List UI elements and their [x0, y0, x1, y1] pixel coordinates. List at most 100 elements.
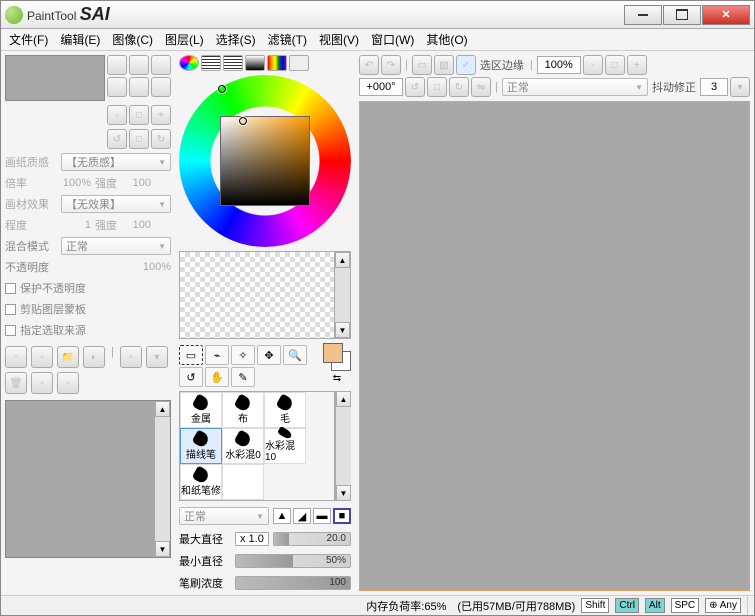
zoom-in-icon[interactable]: +	[151, 105, 171, 125]
menu-window[interactable]: 窗口(W)	[371, 31, 414, 48]
marquee-tool-icon[interactable]: ▭	[179, 345, 203, 365]
undo-icon[interactable]: ↶	[359, 55, 379, 75]
nav-btn-3[interactable]	[151, 55, 171, 75]
rot-l-icon[interactable]: ↺	[405, 77, 425, 97]
wand-tool-icon[interactable]: ✧	[231, 345, 255, 365]
hsv-slider-tab-icon[interactable]	[223, 55, 243, 71]
close-button[interactable]	[702, 5, 750, 25]
delete-layer-icon[interactable]: 🗑	[5, 372, 27, 394]
scroll-up-icon[interactable]: ▲	[336, 391, 351, 407]
effect-select[interactable]: 【无效果】▼	[61, 195, 171, 213]
blend-select[interactable]: 正常▼	[61, 237, 171, 255]
maxdia-slider[interactable]: 20.0	[273, 532, 351, 546]
tip-soft-icon[interactable]: ◢	[293, 508, 311, 524]
menu-select[interactable]: 选择(S)	[216, 31, 256, 48]
lasso-tool-icon[interactable]: ⌁	[205, 345, 229, 365]
density-slider[interactable]: 100	[235, 576, 351, 590]
nav-btn-6[interactable]	[151, 77, 171, 97]
zoom-fit-icon[interactable]: □	[605, 55, 625, 75]
layer-mask-icon[interactable]: ◐	[83, 346, 105, 368]
layer-list[interactable]: ▲ ▼	[5, 400, 171, 558]
scroll-down-icon[interactable]: ▼	[155, 541, 170, 557]
nav-btn-2[interactable]	[129, 55, 149, 75]
rot-0-icon[interactable]: □	[427, 77, 447, 97]
stab-dd-icon[interactable]: ▾	[730, 77, 750, 97]
rotate-tool-icon[interactable]: ↺	[179, 367, 203, 387]
angle-input[interactable]	[359, 78, 403, 96]
merge-down-icon[interactable]: ▾	[146, 346, 168, 368]
scroll-down-icon[interactable]: ▼	[335, 322, 350, 338]
menu-other[interactable]: 其他(O)	[426, 31, 467, 48]
colorwheel-tab-icon[interactable]	[179, 55, 199, 71]
rgb-slider-tab-icon[interactable]	[201, 55, 221, 71]
texture-select[interactable]: 【无质感】▼	[61, 153, 171, 171]
navigator-box[interactable]	[5, 55, 105, 101]
tip-square-icon[interactable]: ■	[333, 508, 351, 524]
palette-tab-icon[interactable]	[267, 55, 287, 71]
color-wheel[interactable]	[179, 75, 351, 247]
sv-marker-icon[interactable]	[239, 117, 247, 125]
menu-file[interactable]: 文件(F)	[9, 31, 48, 48]
scroll-up-icon[interactable]: ▲	[335, 252, 350, 268]
hand-tool-icon[interactable]: ✋	[205, 367, 229, 387]
zoom-out-icon[interactable]: -	[107, 105, 127, 125]
brush-washi[interactable]: 和纸笔修	[180, 464, 222, 500]
swatch-scrollbar[interactable]: ▲ ▼	[334, 252, 350, 338]
new-folder-icon[interactable]: 📁	[57, 346, 79, 368]
zoom-reset-icon[interactable]: □	[129, 105, 149, 125]
new-layer-icon[interactable]: ▫	[5, 346, 27, 368]
clear-layer-icon[interactable]: ▫	[120, 346, 142, 368]
brush-linepen[interactable]: 描线笔	[180, 428, 222, 464]
zoom-in2-icon[interactable]: +	[627, 55, 647, 75]
swap-colors-icon[interactable]: ⇆	[333, 373, 341, 384]
layer-opt2-icon[interactable]: ▫	[57, 372, 79, 394]
menu-filter[interactable]: 滤镜(T)	[268, 31, 307, 48]
zoom-input[interactable]	[537, 56, 581, 74]
brush-water0[interactable]: 水彩混0	[222, 428, 264, 464]
scratch-tab-icon[interactable]	[289, 55, 309, 71]
invert-sel-icon[interactable]: ▨	[434, 55, 454, 75]
desel-icon[interactable]: ▭	[412, 55, 432, 75]
mindia-slider[interactable]: 50%	[235, 554, 351, 568]
brush-scrollbar[interactable]: ▲ ▼	[335, 391, 351, 501]
move-tool-icon[interactable]: ✥	[257, 345, 281, 365]
menu-view[interactable]: 视图(V)	[319, 31, 359, 48]
minimize-button[interactable]	[624, 5, 662, 25]
redo-icon[interactable]: ↷	[381, 55, 401, 75]
gray-tab-icon[interactable]	[245, 55, 265, 71]
clipping-mask-checkbox[interactable]	[5, 304, 16, 315]
menu-image[interactable]: 图像(C)	[112, 31, 153, 48]
fg-color-swatch[interactable]	[323, 343, 343, 363]
canvas-mode-select[interactable]: 正常▼	[502, 78, 648, 96]
brush-cloth[interactable]: 布	[222, 392, 264, 428]
scroll-down-icon[interactable]: ▼	[336, 485, 351, 501]
rot-r-icon[interactable]: ↻	[449, 77, 469, 97]
tip-round-icon[interactable]: ▲	[273, 508, 291, 524]
maxdia-mult[interactable]: x 1.0	[235, 532, 269, 546]
layer-scrollbar[interactable]: ▲ ▼	[154, 401, 170, 557]
layer-opt1-icon[interactable]: ▫	[31, 372, 53, 394]
hue-marker-icon[interactable]	[218, 85, 226, 93]
swatch-panel[interactable]: ▲ ▼	[179, 251, 351, 339]
eyedropper-tool-icon[interactable]: ✎	[231, 367, 255, 387]
preserve-opacity-checkbox[interactable]	[5, 283, 16, 294]
tip-flat-icon[interactable]: ▬	[313, 508, 331, 524]
zoom-tool-icon[interactable]: 🔍	[283, 345, 307, 365]
select-source-checkbox[interactable]	[5, 325, 16, 336]
rot-left-icon[interactable]: ↺	[107, 129, 127, 149]
brush-empty[interactable]	[222, 464, 264, 500]
flip-icon[interactable]: ⇋	[471, 77, 491, 97]
brush-metal[interactable]: 金属	[180, 392, 222, 428]
rot-reset-icon[interactable]: □	[129, 129, 149, 149]
show-sel-icon[interactable]: ✓	[456, 55, 476, 75]
new-vector-icon[interactable]: ▫	[31, 346, 53, 368]
brush-water10[interactable]: 水彩混10	[264, 428, 306, 464]
maximize-button[interactable]	[663, 5, 701, 25]
menu-layer[interactable]: 图层(L)	[165, 31, 204, 48]
nav-btn-1[interactable]	[107, 55, 127, 75]
menu-edit[interactable]: 编辑(E)	[60, 31, 100, 48]
sv-box[interactable]	[220, 116, 310, 206]
stab-input[interactable]	[700, 78, 728, 96]
brush-mode-select[interactable]: 正常▼	[179, 507, 269, 525]
zoom-out2-icon[interactable]: -	[583, 55, 603, 75]
